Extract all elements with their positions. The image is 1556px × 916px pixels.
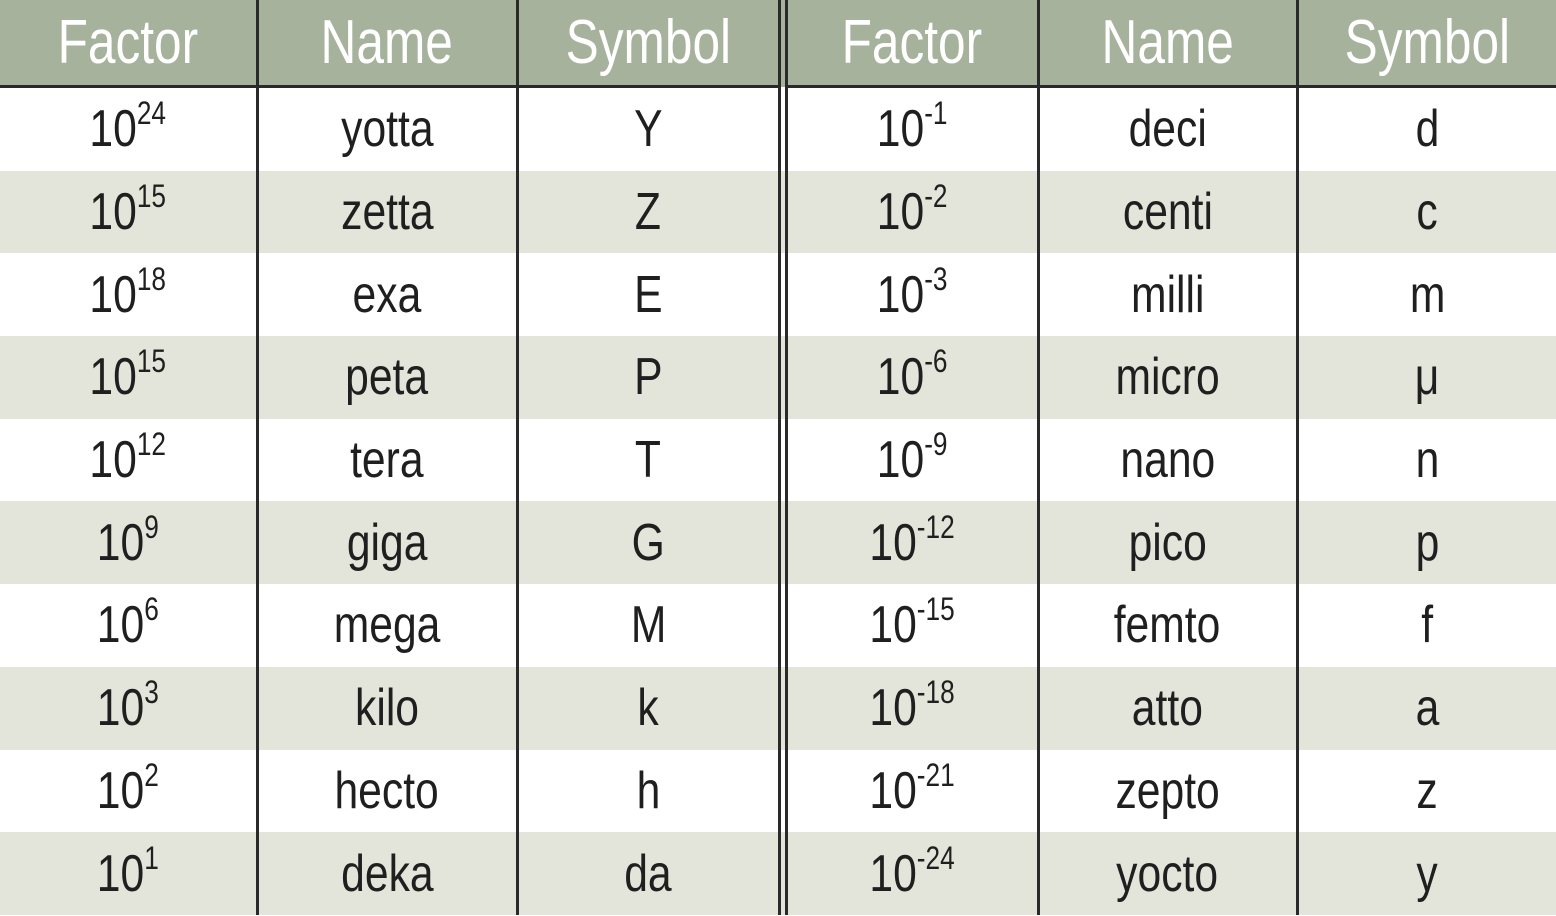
header-symbol: Symbol: [517, 0, 788, 88]
symbol-cell: Y: [517, 86, 788, 171]
si-prefix-table: Factor Name Symbol Factor Name Symbol 10…: [0, 0, 1556, 915]
name-cell: yotta: [257, 86, 519, 171]
symbol-cell: P: [517, 336, 788, 419]
name-cell: hecto: [257, 749, 519, 833]
factor-cell: 106: [0, 584, 259, 667]
name-cell: yocto: [1038, 832, 1299, 915]
factor-cell: 1015: [0, 336, 259, 419]
header-name: Name: [1038, 0, 1299, 88]
table-row: 1015 zetta Z 10-2 centi c: [0, 170, 1556, 254]
name-cell: nano: [1038, 418, 1299, 502]
table-row: 102 hecto h 10-21 zepto z: [0, 749, 1556, 833]
symbol-cell: h: [517, 749, 788, 833]
factor-cell: 1015: [0, 170, 259, 254]
symbol-cell: M: [517, 584, 788, 667]
header-factor: Factor: [783, 0, 1040, 88]
table-row: 1015 peta P 10-6 micro μ: [0, 336, 1556, 419]
name-cell: mega: [257, 584, 519, 667]
symbol-cell: z: [1416, 761, 1438, 820]
name-cell: peta: [257, 336, 519, 419]
symbol-cell: μ: [1297, 336, 1556, 419]
header-name: Name: [257, 0, 519, 88]
factor-cell: 10-1: [783, 86, 1040, 171]
factor-cell: 101: [0, 832, 259, 915]
name-cell: zepto: [1038, 749, 1299, 833]
symbol-cell: T: [517, 418, 788, 502]
symbol-cell: p: [1297, 501, 1556, 585]
factor-cell: 1018: [0, 253, 259, 337]
table-row: 106 mega M 10-15 femto f: [0, 584, 1556, 667]
name-cell: atto: [1038, 666, 1299, 750]
name-cell: giga: [257, 501, 519, 585]
name-cell: milli: [1038, 253, 1299, 337]
symbol-cell: d: [1415, 100, 1440, 159]
table-row: 1012 tera T 10-9 nano n: [0, 418, 1556, 502]
factor-cell: 10-12: [783, 501, 1040, 585]
table-row: 101 deka da 10-24 yocto y: [0, 832, 1556, 915]
name-cell: pico: [1038, 501, 1299, 585]
name-cell: tera: [257, 418, 519, 502]
header-row: Factor Name Symbol Factor Name Symbol: [0, 0, 1556, 88]
name-cell: zetta: [257, 170, 519, 254]
factor-cell: 10-2: [783, 170, 1040, 254]
factor-cell: 102: [0, 749, 259, 833]
name-cell: micro: [1038, 336, 1299, 419]
name-cell: kilo: [257, 666, 519, 750]
factor-cell: 10-3: [783, 253, 1040, 337]
factor-cell: 1012: [0, 418, 259, 502]
symbol-cell: da: [517, 832, 788, 915]
table-row: 1024 yotta Y 10-1 deci d: [0, 86, 1556, 171]
symbol-cell: n: [1415, 431, 1440, 490]
header-symbol: Symbol: [1297, 0, 1556, 88]
factor-cell: 10-21: [783, 749, 1040, 833]
name-cell: deci: [1038, 86, 1299, 171]
header-factor: Factor: [0, 0, 259, 88]
factor-cell: 10-24: [783, 832, 1040, 915]
factor-cell: 10-15: [783, 584, 1040, 667]
name-cell: deka: [257, 832, 519, 915]
name-cell: femto: [1038, 584, 1299, 667]
symbol-cell: k: [517, 666, 788, 750]
symbol-cell: a: [1297, 666, 1556, 750]
factor-cell: 103: [0, 666, 259, 750]
table-row: 109 giga G 10-12 pico p: [0, 501, 1556, 585]
symbol-cell: c: [1297, 170, 1556, 254]
factor-cell: 10-18: [783, 666, 1040, 750]
symbol-cell: y: [1297, 832, 1556, 915]
symbol-cell: Z: [517, 170, 788, 254]
symbol-cell: f: [1421, 596, 1434, 655]
factor-cell: 10-9: [783, 418, 1040, 502]
symbol-cell: G: [517, 501, 788, 585]
name-cell: exa: [257, 253, 519, 337]
factor-cell: 1024: [0, 86, 259, 171]
table-row: 1018 exa E 10-3 milli m: [0, 253, 1556, 337]
symbol-cell: m: [1409, 265, 1446, 324]
symbol-cell: E: [517, 253, 788, 337]
factor-cell: 109: [0, 501, 259, 585]
name-cell: centi: [1038, 170, 1299, 254]
table-row: 103 kilo k 10-18 atto a: [0, 666, 1556, 750]
factor-cell: 10-6: [783, 336, 1040, 419]
